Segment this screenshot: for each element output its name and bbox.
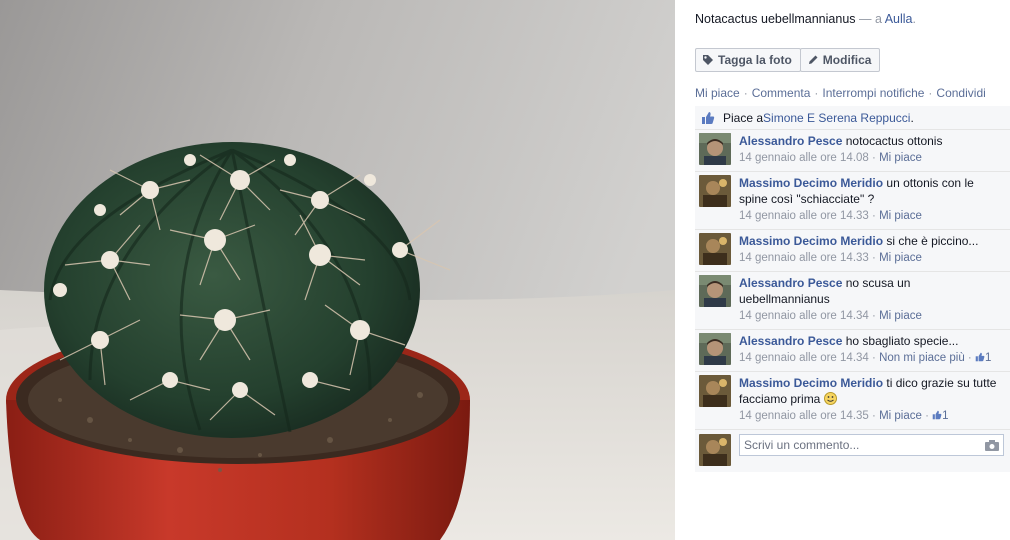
like-count-value: 1 [984,352,992,364]
meta-separator: · [872,152,876,164]
avatar[interactable] [699,175,731,207]
comment-time[interactable]: 14 gennaio alle ore 14.34 [739,352,869,364]
meta-separator: · [925,410,929,422]
avatar[interactable] [699,133,731,165]
comment-meta: 14 gennaio alle ore 14.34 · Non mi piace… [739,350,1004,366]
like-action[interactable]: Mi piace [695,86,740,100]
comment-time[interactable]: 14 gennaio alle ore 14.34 [739,310,869,322]
comment-input[interactable]: Scrivi un commento... [739,434,1004,456]
action-separator: · [814,86,819,100]
comment-body: Alessandro Pesce ho sbagliato specie... 1… [739,333,1004,366]
photo-sidebar: Notacactus uebellmannianus — a Aulla. Ta… [675,0,1010,540]
comment-author[interactable]: Alessandro Pesce [739,276,842,290]
like-count-value: 1 [942,410,949,422]
avatar[interactable] [699,375,731,407]
likes-suffix: . [910,110,914,125]
tag-photo-button[interactable]: Tagga la foto [695,48,801,72]
likers-link[interactable]: Simone E Serena Reppucci [763,111,910,125]
comment-meta: 14 gennaio alle ore 14.35 · Mi piace · 1 [739,408,1004,424]
avatar[interactable] [699,233,731,265]
comment-author[interactable]: Massimo Decimo Meridio [739,376,883,390]
cactus-photo [0,0,675,540]
tag-photo-label: Tagga la foto [718,53,792,67]
comment-author[interactable]: Massimo Decimo Meridio [739,176,883,190]
comment-body: Massimo Decimo Meridio si che è piccino.… [739,233,1004,266]
comment-time[interactable]: 14 gennaio alle ore 14.08 [739,152,869,164]
comment-meta: 14 gennaio alle ore 14.33 · Mi piace [739,208,1004,224]
comment-meta: 14 gennaio alle ore 14.34 · Mi piace [739,308,1004,324]
comment: Massimo Decimo Meridio ti dico grazie su… [695,372,1010,430]
meta-separator: · [872,310,876,322]
comment-text: si che è piccino... [886,234,979,248]
comment-text: notocactus ottonis [845,134,943,148]
comment-like-count[interactable]: 1 [975,352,991,364]
tag-icon [703,55,713,65]
comment-author[interactable]: Alessandro Pesce [739,134,842,148]
photo [0,0,675,540]
comment-time[interactable]: 14 gennaio alle ore 14.33 [739,210,869,222]
comment-meta: 14 gennaio alle ore 14.33 · Mi piace [739,250,1004,266]
smiley-icon [823,392,837,405]
like-thumb-icon [702,111,715,124]
comment-meta: 14 gennaio alle ore 14.08 · Mi piace [739,150,1004,166]
reply-row: Scrivi un commento... [695,430,1010,472]
meta-separator: · [872,252,876,264]
comment-body: Massimo Decimo Meridio un ottonis con le… [739,175,1004,224]
avatar[interactable] [699,434,731,466]
comment: Alessandro Pesce ho sbagliato specie... 1… [695,330,1010,372]
stop-notifications-action[interactable]: Interrompi notifiche [822,86,924,100]
comment-action[interactable]: Commenta [752,86,811,100]
comment-time[interactable]: 14 gennaio alle ore 14.35 [739,410,869,422]
pencil-icon [808,55,818,64]
comment-like-link[interactable]: Mi piace [879,410,922,422]
post-actions: Mi piace · Commenta · Interrompi notifiche · C… [695,86,986,100]
comment-time[interactable]: 14 gennaio alle ore 14.33 [739,252,869,264]
comment-like-link[interactable]: Mi piace [879,152,922,164]
comment-like-link[interactable]: Mi piace [879,310,922,322]
edit-button[interactable]: Modifica [799,48,881,72]
comment: Alessandro Pesce no scusa un uebellmanni… [695,272,1010,330]
comments-box: Piace a Simone E Serena Reppucci. Alessa… [695,106,1010,472]
camera-icon[interactable] [985,439,999,451]
post-title: Notacactus uebellmannianus — a Aulla. [695,12,916,26]
comment-body: Massimo Decimo Meridio ti dico grazie su… [739,375,1004,424]
meta-separator: · [872,352,876,364]
comment-like-count[interactable]: 1 [932,410,949,422]
comment: Alessandro Pesce notocactus ottonis 14 ge… [695,130,1010,172]
comment-like-link[interactable]: Mi piace [879,210,922,222]
comment-placeholder: Scrivi un commento... [744,438,860,452]
comment: Massimo Decimo Meridio si che è piccino.… [695,230,1010,272]
meta-separator: · [967,352,972,364]
comment-author[interactable]: Massimo Decimo Meridio [739,234,883,248]
avatar[interactable] [699,333,731,365]
likes-summary: Piace a Simone E Serena Reppucci. [695,106,1010,130]
comment: Massimo Decimo Meridio un ottonis con le… [695,172,1010,230]
location-suffix: . [912,12,916,26]
comment-text: ho sbagliato specie... [845,334,959,348]
like-thumb-icon [975,352,985,362]
avatar[interactable] [699,275,731,307]
like-thumb-icon [932,410,942,420]
edit-label: Modifica [822,53,872,67]
comment-body: Alessandro Pesce no scusa un uebellmanni… [739,275,1004,324]
comment-body: Alessandro Pesce notocactus ottonis 14 ge… [739,133,1004,166]
comment-author[interactable]: Alessandro Pesce [739,334,842,348]
comment-like-link[interactable]: Mi piace [879,252,922,264]
post-caption: Notacactus uebellmannianus [695,12,856,26]
comment-like-link[interactable]: Non mi piace più [879,352,965,364]
meta-separator: · [872,410,876,422]
location-prefix: — a [855,12,885,26]
likes-prefix: Piace a [723,110,764,125]
photo-buttons: Tagga la foto Modifica [695,48,881,72]
location-link[interactable]: Aulla [885,12,913,26]
action-separator: · [743,86,748,100]
action-separator: · [928,86,933,100]
share-action[interactable]: Condividi [936,86,985,100]
meta-separator: · [872,210,876,222]
